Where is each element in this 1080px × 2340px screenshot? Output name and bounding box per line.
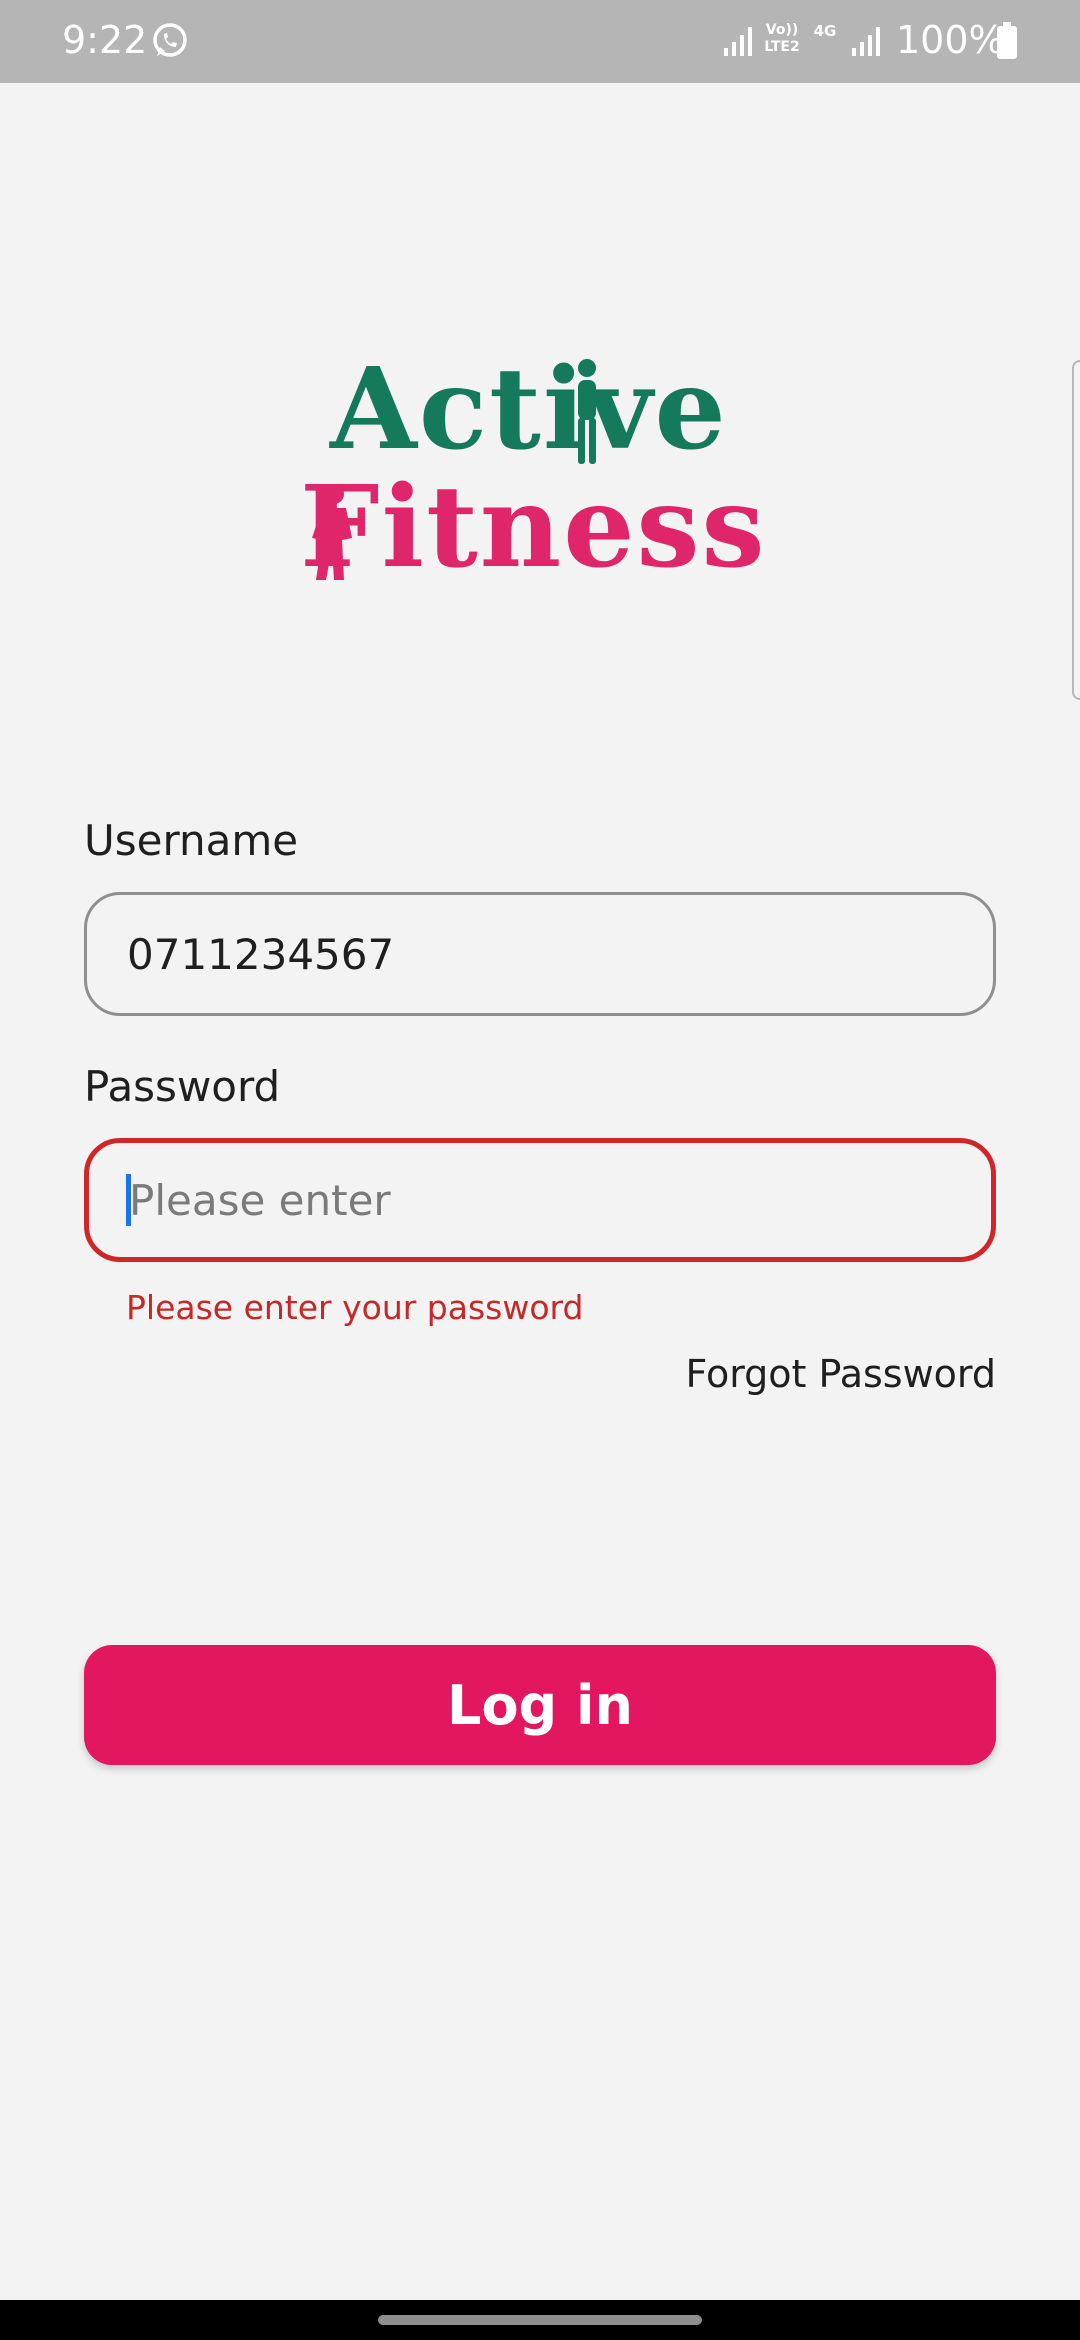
password-error-message: Please enter your password bbox=[126, 1288, 584, 1327]
password-input[interactable] bbox=[84, 1138, 996, 1262]
password-label: Password bbox=[84, 1062, 281, 1111]
login-screen: 9:22 Vo)) LTE2 4G 100% Active Fitness Us… bbox=[0, 0, 1080, 2340]
username-input[interactable] bbox=[84, 892, 996, 1016]
logo-text-active: Active bbox=[330, 344, 728, 475]
whatsapp-icon bbox=[153, 23, 187, 57]
signal-icon bbox=[724, 27, 752, 56]
status-bar: 9:22 Vo)) LTE2 4G 100% bbox=[0, 0, 1080, 83]
status-time: 9:22 bbox=[62, 18, 148, 62]
lte-icon: Vo)) LTE2 bbox=[764, 22, 800, 55]
battery-icon bbox=[997, 22, 1017, 59]
forgot-password-link[interactable]: Forgot Password bbox=[685, 1351, 996, 1397]
home-indicator[interactable] bbox=[378, 2315, 702, 2325]
signal-icon bbox=[852, 27, 880, 56]
runner-silhouette-icon bbox=[578, 359, 596, 464]
logo-text-fitness: Fitness bbox=[300, 462, 767, 593]
4g-icon: 4G bbox=[813, 22, 837, 40]
woman-silhouette-icon bbox=[312, 484, 352, 580]
edge-panel-handle[interactable] bbox=[1072, 360, 1080, 700]
text-cursor bbox=[126, 1174, 131, 1226]
login-button[interactable]: Log in bbox=[84, 1645, 996, 1765]
battery-percent: 100% bbox=[896, 18, 1005, 62]
brand-logo: Active Fitness bbox=[300, 350, 770, 595]
navigation-bar bbox=[0, 2300, 1080, 2340]
username-label: Username bbox=[84, 816, 299, 865]
